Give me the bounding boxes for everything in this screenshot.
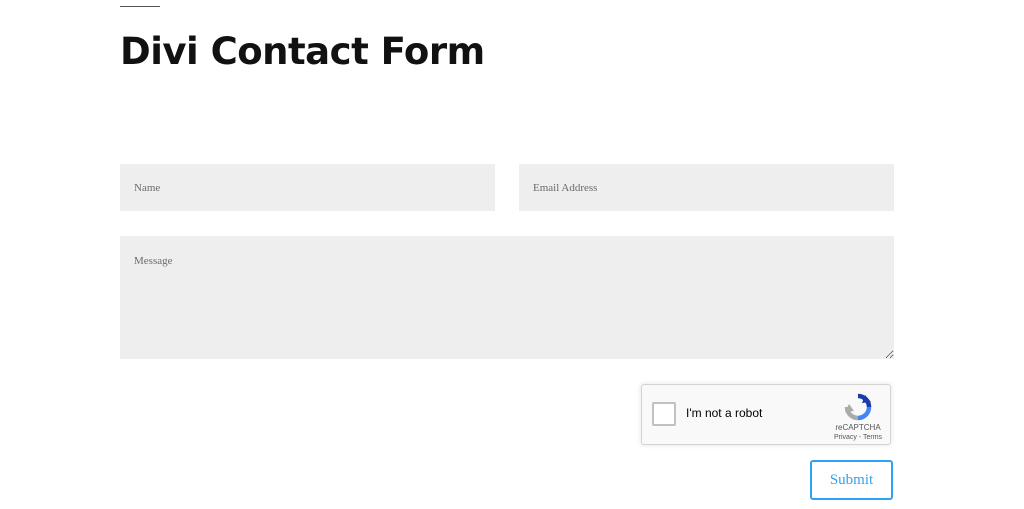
recaptcha-checkbox[interactable]: [652, 402, 676, 426]
email-field[interactable]: [519, 164, 894, 211]
recaptcha-logo-icon: [844, 393, 872, 421]
name-field[interactable]: [120, 164, 495, 211]
recaptcha-label: I'm not a robot: [686, 406, 763, 420]
recaptcha-terms-link[interactable]: Terms: [863, 434, 882, 441]
title-divider: [120, 6, 160, 7]
submit-button[interactable]: Submit: [810, 460, 893, 500]
page-title: Divi Contact Form: [120, 30, 485, 73]
recaptcha-links: Privacy - Terms: [825, 434, 891, 441]
recaptcha-widget: I'm not a robot reCAPTCHA Privacy - Term…: [641, 384, 891, 445]
message-field[interactable]: [120, 236, 894, 359]
recaptcha-brand: reCAPTCHA: [835, 423, 881, 432]
recaptcha-privacy-link[interactable]: Privacy: [834, 434, 857, 441]
